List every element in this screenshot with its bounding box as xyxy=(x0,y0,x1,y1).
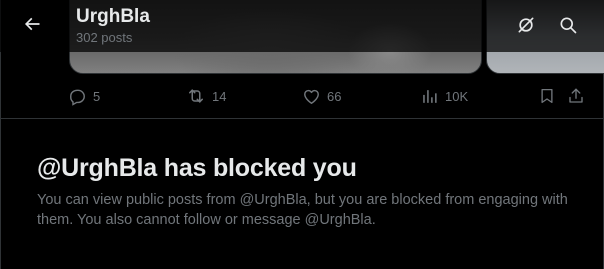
repost-icon xyxy=(189,89,203,103)
reply-button[interactable]: 5 xyxy=(68,80,100,112)
search-button[interactable] xyxy=(551,8,585,42)
blocked-title: @UrghBla has blocked you xyxy=(37,154,357,182)
profile-header: UrghBla 302 posts xyxy=(0,0,604,52)
blocked-description: You can view public posts from @UrghBla,… xyxy=(37,192,568,228)
arrow-left-icon xyxy=(24,17,40,31)
back-button[interactable] xyxy=(14,6,50,42)
views-count: 10K xyxy=(445,88,469,104)
post-actions: 5 14 66 10K xyxy=(0,80,604,112)
post-count: 302 posts xyxy=(76,30,133,45)
reply-icon xyxy=(70,89,85,106)
views-button[interactable]: 10K xyxy=(420,80,468,112)
grok-button[interactable] xyxy=(509,8,543,42)
header-title-block: UrghBla 302 posts xyxy=(76,5,150,47)
profile-name: UrghBla xyxy=(76,6,150,27)
like-count: 66 xyxy=(327,88,342,104)
share-icon xyxy=(569,88,583,103)
section-divider xyxy=(0,118,604,119)
bookmark-icon xyxy=(541,88,553,104)
reply-count: 5 xyxy=(93,88,101,104)
bookmark-button[interactable] xyxy=(538,80,556,112)
grok-icon xyxy=(518,17,534,33)
heart-icon xyxy=(304,89,319,104)
like-button[interactable]: 66 xyxy=(302,80,341,112)
repost-count: 14 xyxy=(212,88,227,104)
share-button[interactable] xyxy=(567,80,585,112)
search-icon xyxy=(560,17,577,34)
views-icon xyxy=(423,89,437,103)
repost-button[interactable]: 14 xyxy=(186,80,226,112)
blocked-notice: @UrghBla has blocked you You can view pu… xyxy=(37,152,577,230)
